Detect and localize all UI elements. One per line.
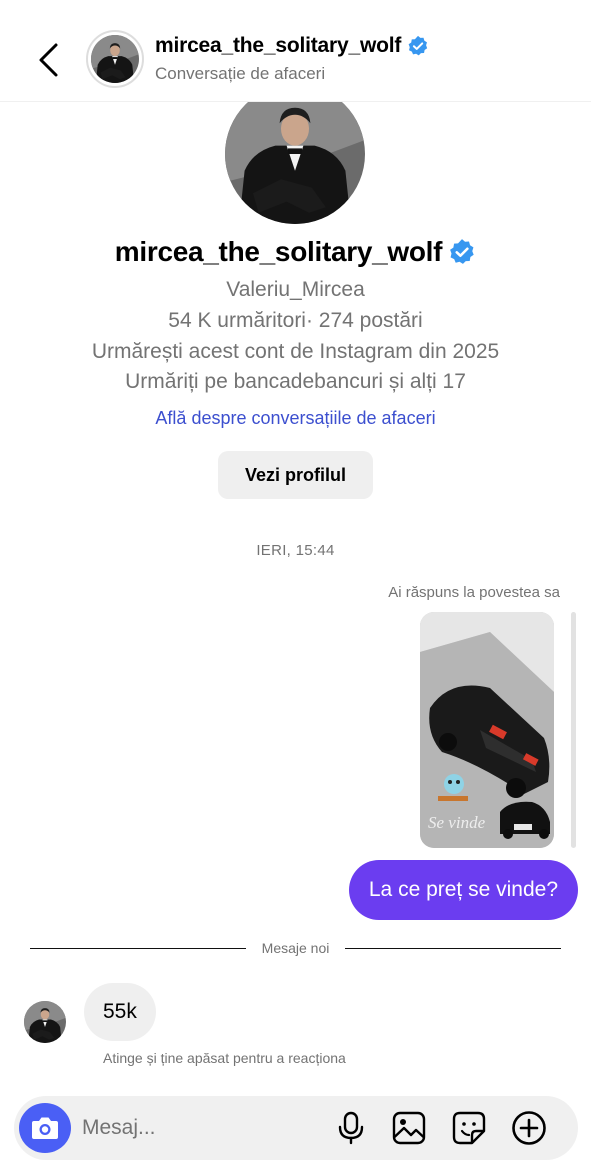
- received-message-bubble[interactable]: 55k: [84, 983, 156, 1041]
- story-reply-caption: Ai răspuns la povestea sa: [388, 584, 560, 601]
- message-composer: [14, 1096, 578, 1160]
- verified-badge-icon: [450, 239, 474, 264]
- header-avatar[interactable]: [86, 30, 144, 88]
- received-message-text: 55k: [103, 1000, 137, 1023]
- verified-badge-icon: [408, 35, 428, 56]
- sticker-button[interactable]: [450, 1109, 488, 1147]
- sent-message-text: La ce preț se vinde?: [368, 878, 558, 901]
- microphone-icon: [338, 1111, 364, 1145]
- story-sticker-text: Se vinde: [428, 813, 486, 832]
- gallery-icon: [392, 1111, 426, 1145]
- camera-icon: [32, 1117, 58, 1139]
- profile-full-name: Valeriu_Mircea: [226, 278, 365, 301]
- reaction-hint: Atinge și ține apăsat pentru a reacționa: [103, 1050, 346, 1066]
- sent-message-bubble[interactable]: La ce preț se vinde?: [348, 860, 578, 920]
- sticker-icon: [452, 1111, 486, 1145]
- camera-button[interactable]: [19, 1103, 71, 1153]
- following-since: Urmărești acest cont de Instagram din 20…: [91, 340, 500, 363]
- back-button[interactable]: [30, 38, 66, 82]
- followed-by: Urmăriți pe bancadebancuri și alți 17: [125, 370, 466, 393]
- story-scroll-indicator: [571, 612, 576, 848]
- header-username[interactable]: mircea_the_solitary_wolf: [155, 34, 401, 58]
- sender-avatar[interactable]: [24, 1001, 66, 1043]
- profile-username: mircea_the_solitary_wolf: [114, 236, 443, 267]
- business-conversations-link[interactable]: Află despre conversațiile de afaceri: [0, 408, 591, 429]
- profile-stats: 54 K urmăritori· 274 postări: [168, 309, 423, 332]
- microphone-button[interactable]: [332, 1109, 370, 1147]
- message-timestamp: IERI, 15:44: [256, 542, 335, 559]
- view-profile-button[interactable]: Vezi profilul: [218, 451, 373, 499]
- new-messages-divider: Mesaje noi: [30, 938, 562, 958]
- new-messages-label: Mesaje noi: [261, 940, 330, 956]
- header-subtitle: Conversație de afaceri: [155, 64, 326, 83]
- chevron-left-icon: [39, 43, 58, 77]
- chat-header: mircea_the_solitary_wolf Conversație de …: [0, 0, 591, 102]
- more-options-button[interactable]: [510, 1109, 548, 1147]
- plus-circle-icon: [512, 1111, 546, 1145]
- message-input[interactable]: [82, 1108, 322, 1148]
- gallery-button[interactable]: [390, 1109, 428, 1147]
- story-thumbnail[interactable]: Se vinde: [420, 612, 554, 848]
- profile-avatar[interactable]: [225, 84, 365, 224]
